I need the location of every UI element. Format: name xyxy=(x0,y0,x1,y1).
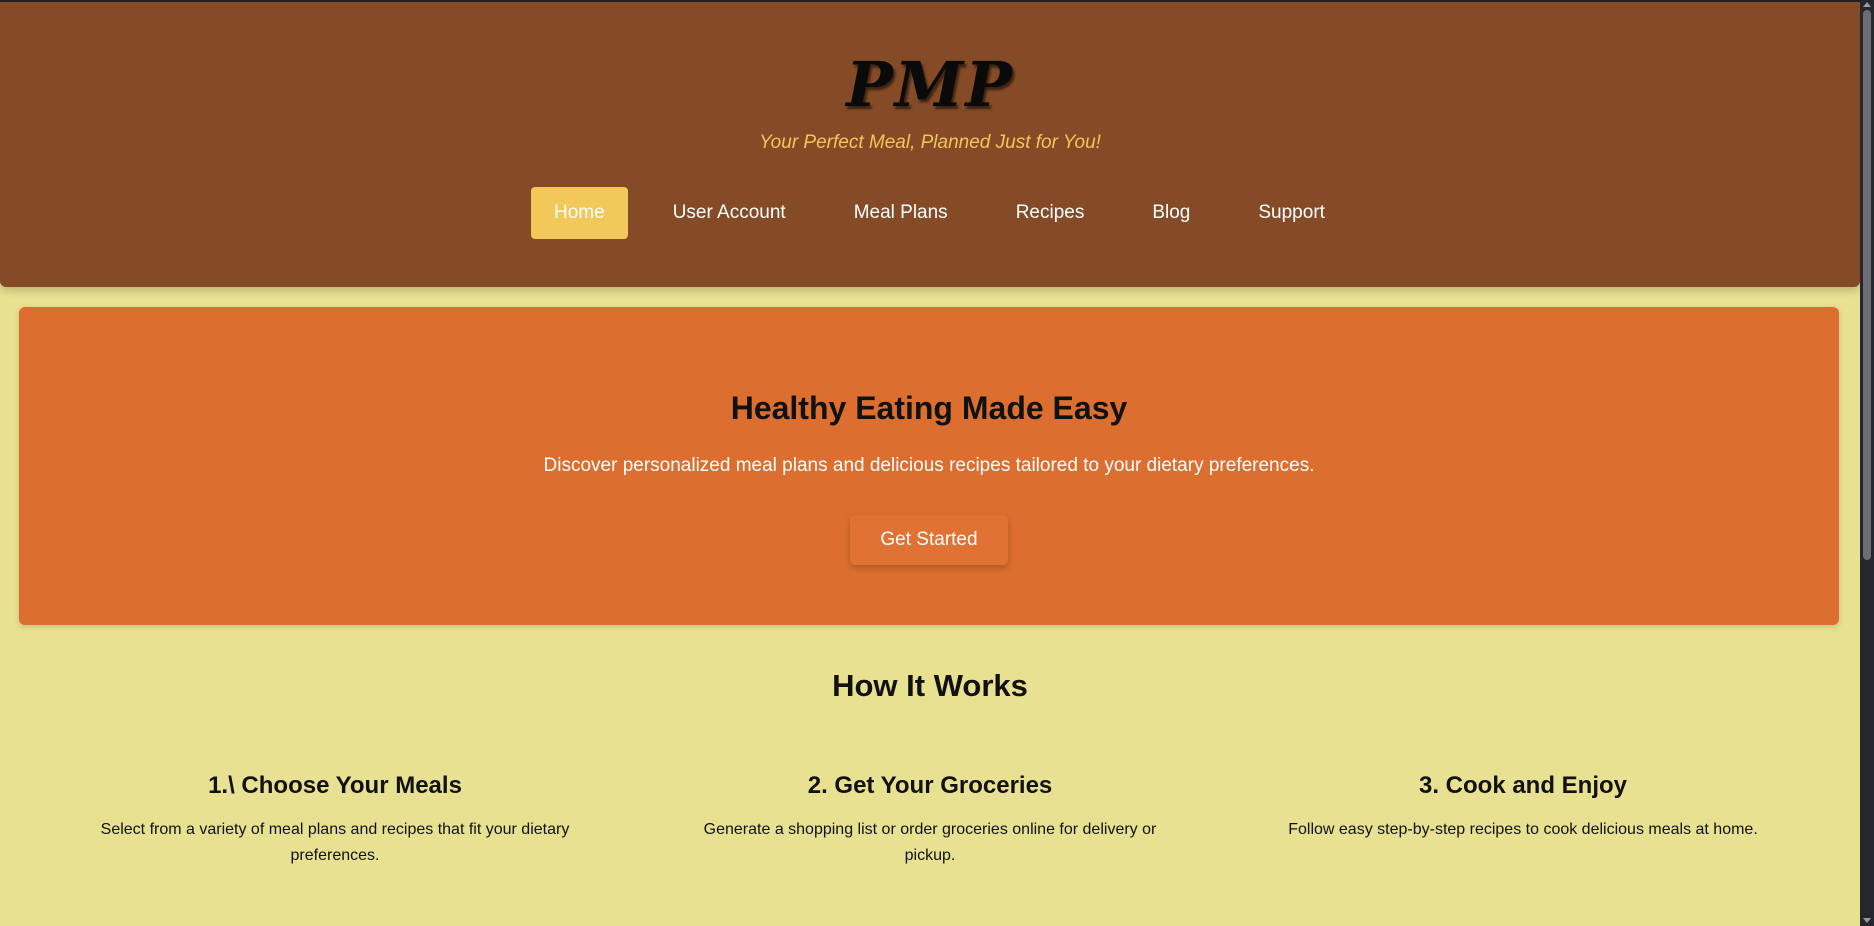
how-it-works-title: How It Works xyxy=(832,668,1028,703)
step-card-1: 1.\ Choose Your Meals Select from a vari… xyxy=(90,772,580,869)
hero-section: Healthy Eating Made Easy Discover person… xyxy=(19,307,1839,625)
step-title: 1.\ Choose Your Meals xyxy=(208,772,462,799)
scroll-down-arrow-icon[interactable] xyxy=(1863,918,1871,923)
scroll-up-arrow-icon[interactable] xyxy=(1863,2,1871,7)
step-description: Follow easy step-by-step recipes to cook… xyxy=(1288,821,1758,838)
site-tagline: Your Perfect Meal, Planned Just for You! xyxy=(759,132,1101,153)
scrollbar-thumb[interactable] xyxy=(1863,10,1871,560)
hero-title: Healthy Eating Made Easy xyxy=(730,390,1128,426)
nav-item-user-account[interactable]: User Account xyxy=(650,187,809,239)
nav-item-recipes[interactable]: Recipes xyxy=(993,187,1108,239)
get-started-button[interactable]: Get Started xyxy=(850,515,1008,565)
nav-item-home[interactable]: Home xyxy=(531,187,628,239)
step-title: 3. Cook and Enjoy xyxy=(1418,772,1628,799)
step-title: 2. Get Your Groceries xyxy=(807,772,1053,799)
page: PMP Your Perfect Meal, Planned Just for … xyxy=(0,0,1860,926)
site-header: PMP Your Perfect Meal, Planned Just for … xyxy=(0,2,1860,287)
nav-item-meal-plans[interactable]: Meal Plans xyxy=(831,187,971,239)
vertical-scrollbar[interactable] xyxy=(1860,0,1874,926)
step-description: Generate a shopping list or order grocer… xyxy=(703,821,1157,864)
nav-item-support[interactable]: Support xyxy=(1235,187,1348,239)
main-nav: Home User Account Meal Plans Recipes Blo… xyxy=(531,187,1348,239)
hero-description: Discover personalized meal plans and del… xyxy=(543,455,1315,476)
step-card-3: 3. Cook and Enjoy Follow easy step-by-st… xyxy=(1278,772,1768,843)
step-card-2: 2. Get Your Groceries Generate a shoppin… xyxy=(685,772,1175,869)
site-logo[interactable]: PMP xyxy=(0,54,1860,116)
nav-item-blog[interactable]: Blog xyxy=(1129,187,1213,239)
step-description: Select from a variety of meal plans and … xyxy=(100,821,570,864)
